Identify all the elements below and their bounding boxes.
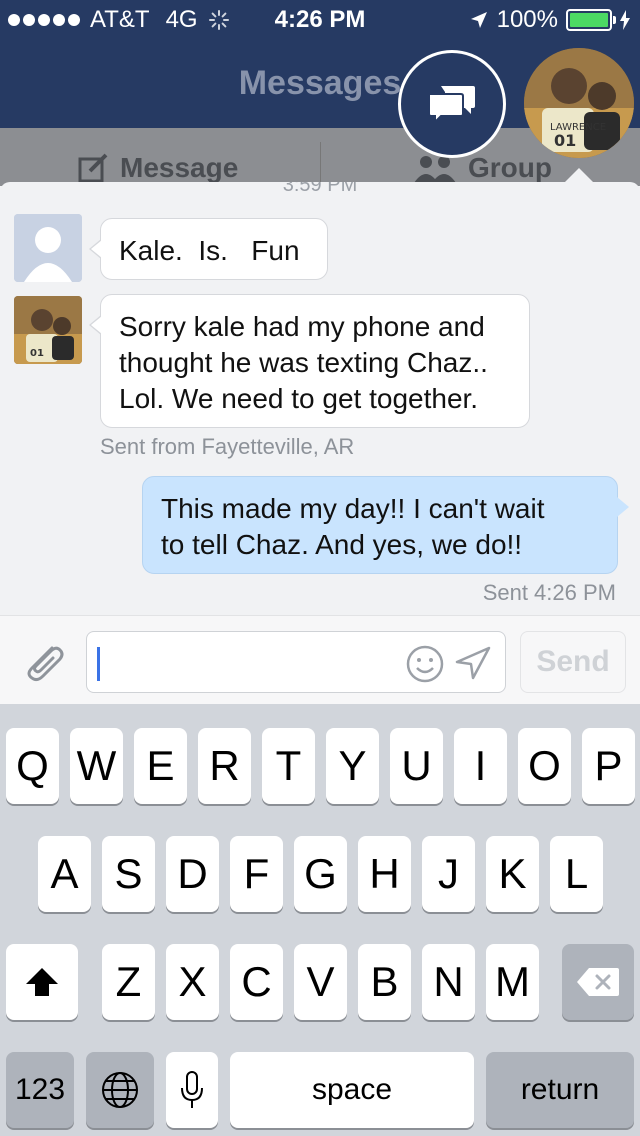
space-key[interactable]: space [230,1052,474,1128]
key[interactable]: K [486,836,539,912]
microphone-icon [181,1071,203,1108]
key[interactable]: X [166,944,219,1020]
key[interactable]: R [198,728,251,804]
key[interactable]: C [230,944,283,1020]
message-input[interactable] [86,631,506,693]
key[interactable]: P [582,728,635,804]
compose-icon [78,153,108,183]
key[interactable]: V [294,944,347,1020]
chat-heads-button[interactable] [398,50,506,158]
sender-avatar[interactable]: 01 [14,296,82,364]
panel-caret [565,168,593,182]
globe-icon [102,1072,138,1108]
key[interactable]: S [102,836,155,912]
message-text-line: thought he was texting Chaz.. [119,347,488,378]
contact-photo-icon: LAWRENCE01 [524,48,634,158]
location-arrow-icon [470,12,487,28]
contact-photo-icon: 01 [14,296,82,364]
numbers-key[interactable]: 123 [6,1052,74,1128]
key[interactable]: T [262,728,315,804]
key[interactable]: I [454,728,507,804]
key[interactable]: O [518,728,571,804]
default-profile-icon [14,214,82,282]
key[interactable]: U [390,728,443,804]
message-text-line: This made my day!! I can't wait [161,493,545,524]
message-bubble-incoming[interactable]: Kale. Is. Fun [89,218,328,280]
key[interactable]: B [358,944,411,1020]
battery-icon [566,9,616,31]
key[interactable]: A [38,836,91,912]
key[interactable]: W [70,728,123,804]
key[interactable]: G [294,836,347,912]
globe-key[interactable] [86,1052,154,1128]
backspace-key[interactable] [562,944,634,1020]
key[interactable]: Y [326,728,379,804]
message-label: Message [120,152,239,183]
group-label: Group [468,152,552,183]
smiley-icon [406,645,444,683]
text-cursor [97,647,100,681]
backspace-icon [577,968,619,996]
key[interactable]: H [358,836,411,912]
message-location: Sent from Fayetteville, AR [100,434,355,459]
key[interactable]: E [134,728,187,804]
message-text: Kale. Is. Fun [119,235,300,266]
message-text-line: Lol. We need to get together. [119,383,479,414]
divider [320,142,321,182]
message-bubble-incoming[interactable]: Sorry kale had my phone and thought he w… [89,294,530,428]
conversation-timestamp: 3:59 PM [282,182,358,196]
svg-text:01: 01 [30,348,44,359]
shift-icon [26,968,58,996]
share-location-button[interactable] [455,646,491,685]
send-arrow-icon [455,646,491,680]
new-message-button[interactable]: Message [78,152,238,184]
contact-avatar[interactable]: LAWRENCE 01 [524,48,634,158]
message-sent-time: Sent 4:26 PM [482,580,616,605]
svg-text:01: 01 [554,131,576,150]
chat-bubbles-icon [428,86,475,124]
message-bubble-outgoing[interactable]: This made my day!! I can't wait to tell … [142,476,629,574]
sender-avatar-default[interactable] [14,214,82,282]
key[interactable]: J [422,836,475,912]
key[interactable]: Z [102,944,155,1020]
send-button[interactable]: Send [520,631,626,693]
new-group-button[interactable]: Group [412,152,552,184]
battery-percent: 100% [496,6,558,33]
emoji-button[interactable] [405,644,445,689]
key[interactable]: F [230,836,283,912]
key[interactable]: L [550,836,603,912]
message-text-line: Sorry kale had my phone and [119,311,485,342]
keyboard: Q W E R T Y U I O P A S D F G H J K L Z … [0,704,640,1136]
charging-bolt-icon [620,10,630,30]
message-composer: Send [0,615,640,704]
shift-key[interactable] [6,944,78,1020]
key[interactable]: N [422,944,475,1020]
dictation-key[interactable] [166,1052,218,1128]
key[interactable]: D [166,836,219,912]
status-bar: AT&T 4G 4:26 PM 100% [0,0,640,40]
paperclip-icon [27,646,64,682]
key[interactable]: M [486,944,539,1020]
key[interactable]: Q [6,728,59,804]
message-text-line: to tell Chaz. And yes, we do!! [161,529,523,560]
attach-button[interactable] [22,642,66,687]
return-key[interactable]: return [486,1052,634,1128]
